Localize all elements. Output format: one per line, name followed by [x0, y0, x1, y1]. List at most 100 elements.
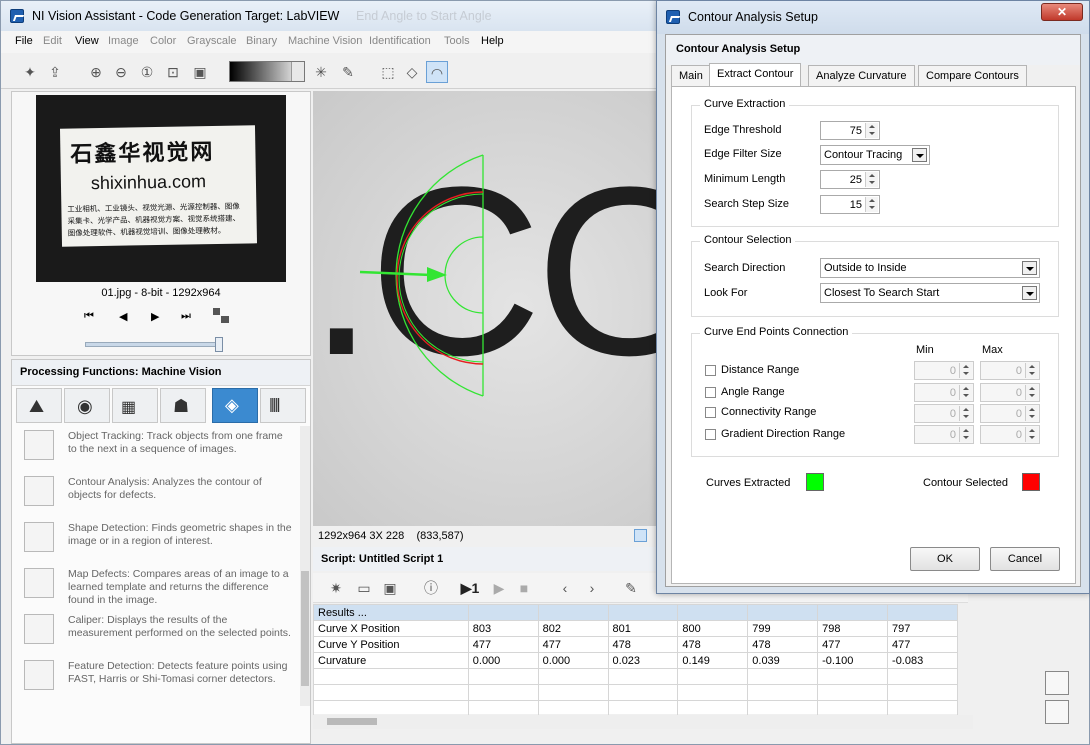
connectivity-min-stepper[interactable]: 0 — [914, 404, 974, 423]
menu-image[interactable]: Image — [108, 35, 139, 47]
gradient-direction-range-checkbox[interactable] — [705, 429, 716, 440]
menu-tools[interactable]: Tools — [444, 35, 470, 47]
category-color-icon[interactable]: ◉ — [64, 388, 110, 423]
export-icon[interactable] — [1045, 671, 1069, 695]
new-script-icon[interactable]: ✷ — [325, 577, 347, 599]
cancel-button[interactable]: Cancel — [990, 547, 1060, 571]
open-script-icon[interactable]: ▭ — [353, 577, 375, 599]
annulus-roi-overlay[interactable] — [313, 91, 656, 526]
edge-threshold-stepper[interactable]: 75 — [820, 121, 880, 140]
spin-arrows-icon[interactable] — [865, 197, 878, 212]
distance-max-stepper[interactable]: 0 — [980, 361, 1040, 380]
dialog-app-icon — [666, 10, 680, 24]
angle-range-checkbox[interactable] — [705, 387, 716, 398]
stop-icon[interactable]: ■ — [513, 577, 535, 599]
menu-binary[interactable]: Binary — [246, 35, 277, 47]
save-image-icon[interactable]: ⇪ — [44, 61, 66, 83]
step-forward-icon[interactable]: › — [581, 577, 603, 599]
palette-dropdown[interactable] — [229, 61, 305, 82]
run-icon[interactable]: ▶ — [488, 577, 510, 599]
zoom-region-icon[interactable]: ▣ — [189, 61, 211, 83]
menu-grayscale[interactable]: Grayscale — [187, 35, 237, 47]
image-slider[interactable] — [85, 337, 223, 352]
angle-min-stepper[interactable]: 0 — [914, 383, 974, 402]
fit-view-icon[interactable] — [634, 529, 647, 542]
spin-arrows-icon[interactable] — [865, 123, 878, 138]
pencil-icon[interactable]: ✎ — [337, 61, 359, 83]
category-image-icon[interactable]: ⛰ — [16, 388, 62, 423]
edge-filter-select[interactable]: Contour Tracing — [820, 145, 930, 165]
tab-compare-contours[interactable]: Compare Contours — [918, 65, 1027, 87]
chevron-down-icon[interactable] — [912, 148, 927, 162]
curves-extracted-label: Curves Extracted — [706, 477, 791, 489]
first-image-icon[interactable]: ⏮ — [84, 310, 94, 323]
min-length-stepper[interactable]: 25 — [820, 170, 880, 189]
chevron-down-icon — [291, 62, 304, 81]
spin-arrows-icon[interactable] — [865, 172, 878, 187]
last-image-icon[interactable]: ⏭ — [181, 310, 191, 323]
browse-mode-icon[interactable] — [213, 308, 229, 324]
menu-file[interactable]: File — [15, 35, 33, 47]
tab-extract-contour[interactable]: Extract Contour — [709, 63, 802, 87]
annulus-roi-icon[interactable]: ◠ — [426, 61, 448, 83]
gradient-min-stepper[interactable]: 0 — [914, 425, 974, 444]
results-scrollbar[interactable] — [313, 715, 973, 729]
save-script-icon[interactable]: ▣ — [379, 577, 401, 599]
ok-button[interactable]: OK — [910, 547, 980, 571]
step-back-icon[interactable]: ‹ — [554, 577, 576, 599]
distance-min-stepper[interactable]: 0 — [914, 361, 974, 380]
zoom-out-icon[interactable]: ⊖ — [110, 61, 132, 83]
angle-max-stepper[interactable]: 0 — [980, 383, 1040, 402]
menu-identification[interactable]: Identification — [369, 35, 431, 47]
chevron-down-icon[interactable] — [1022, 261, 1037, 275]
menu-color[interactable]: Color — [150, 35, 176, 47]
close-button[interactable]: ✕ — [1041, 3, 1083, 21]
tab-main[interactable]: Main — [671, 65, 711, 87]
image-thumbnail[interactable]: 石鑫华视觉网 shixinhua.com 工业相机、工业镜头、视觉光源、光源控制… — [36, 95, 286, 282]
menu-view[interactable]: View — [75, 35, 99, 47]
connectivity-range-checkbox[interactable] — [705, 407, 716, 418]
acquire-image-icon[interactable]: ✦ — [19, 61, 41, 83]
zoom-in-icon[interactable]: ⊕ — [85, 61, 107, 83]
run-once-icon[interactable]: ▶1 — [459, 577, 481, 599]
search-direction-label: Search Direction — [704, 262, 786, 274]
gradient-max-stepper[interactable]: 0 — [980, 425, 1040, 444]
cell: 800 — [677, 620, 749, 637]
previous-image-icon[interactable]: ◀ — [119, 310, 127, 323]
cell: 478 — [747, 636, 819, 653]
menu-edit[interactable]: Edit — [43, 35, 62, 47]
rectangle-roi-icon[interactable]: ⬚ — [377, 61, 399, 83]
function-name: Caliper: — [68, 614, 105, 626]
category-machine-vision-icon[interactable]: ◈ — [212, 388, 258, 423]
threshold-icon[interactable]: ✳ — [310, 61, 332, 83]
next-image-icon[interactable]: ▶ — [151, 310, 159, 323]
tab-analyze-curvature[interactable]: Analyze Curvature — [808, 65, 915, 87]
chevron-down-icon[interactable] — [1022, 286, 1037, 300]
save-results-icon[interactable] — [1045, 700, 1069, 724]
search-direction-select[interactable]: Outside to Inside — [820, 258, 1040, 278]
look-for-select[interactable]: Closest To Search Start — [820, 283, 1040, 303]
image-view[interactable]: .CO — [313, 91, 656, 526]
category-identification-icon[interactable]: ||||| — [260, 388, 306, 423]
menu-help[interactable]: Help — [481, 35, 504, 47]
search-step-stepper[interactable]: 15 — [820, 195, 880, 214]
step-info-icon[interactable]: ⓘ — [420, 577, 442, 599]
cell: 0.000 — [467, 652, 539, 669]
rotated-roi-icon[interactable]: ◇ — [401, 61, 423, 83]
menu-machine-vision[interactable]: Machine Vision — [288, 35, 362, 47]
edit-step-icon[interactable]: ✎ — [620, 577, 642, 599]
connectivity-max-stepper[interactable]: 0 — [980, 404, 1040, 423]
contour-selected-swatch[interactable] — [1022, 473, 1040, 491]
app-icon — [10, 9, 24, 23]
zoom-fit-icon[interactable]: ⊡ — [162, 61, 184, 83]
category-binary-icon[interactable]: ☗ — [160, 388, 206, 423]
curves-extracted-swatch[interactable] — [806, 473, 824, 491]
card-line3: 图像处理软件、机器视觉培训、图像处理教材。 — [67, 225, 226, 238]
distance-range-checkbox[interactable] — [705, 365, 716, 376]
category-grayscale-icon[interactable]: ▦ — [112, 388, 158, 423]
processing-scrollbar[interactable] — [300, 426, 310, 706]
slider-knob[interactable] — [215, 337, 223, 352]
results-table: Results ... Curve X Position 803 802 801… — [313, 604, 958, 717]
cell: -0.100 — [817, 652, 889, 669]
zoom-1to1-icon[interactable]: ① — [136, 61, 158, 83]
